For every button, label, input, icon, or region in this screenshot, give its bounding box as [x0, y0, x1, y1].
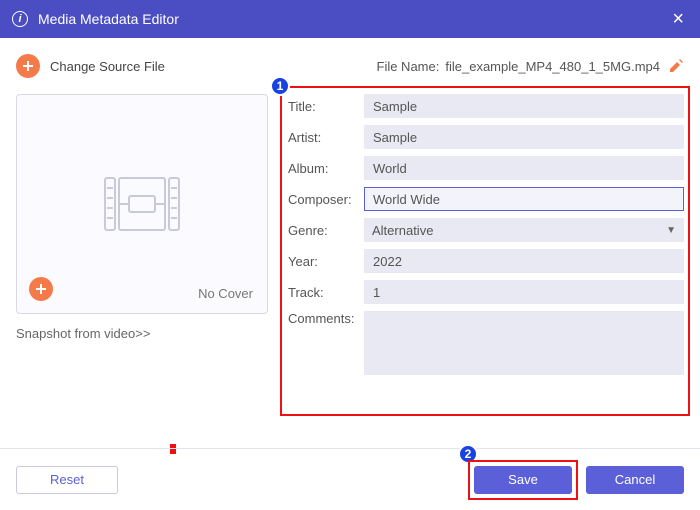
callout-badge-2: 2	[458, 444, 478, 464]
metadata-fields: 1 Title: Artist: Album: Composer: Genre:	[288, 94, 684, 382]
title-input[interactable]	[364, 94, 684, 118]
close-icon[interactable]: ×	[668, 8, 688, 31]
cover-preview: No Cover	[16, 94, 268, 314]
save-button[interactable]: Save	[474, 466, 572, 494]
no-cover-label: No Cover	[198, 286, 253, 301]
composer-label: Composer:	[288, 192, 364, 207]
album-input[interactable]	[364, 156, 684, 180]
window-title: Media Metadata Editor	[38, 11, 668, 27]
video-placeholder-icon	[97, 174, 187, 234]
filename-value: file_example_MP4_480_1_5MG.mp4	[445, 59, 660, 74]
composer-input[interactable]	[364, 187, 684, 211]
genre-value: Alternative	[372, 223, 433, 238]
artist-label: Artist:	[288, 130, 364, 145]
change-source-label[interactable]: Change Source File	[50, 59, 377, 74]
comments-label: Comments:	[288, 311, 364, 326]
comments-input[interactable]	[364, 311, 684, 375]
year-input[interactable]	[364, 249, 684, 273]
genre-select[interactable]: Alternative ▼	[364, 218, 684, 242]
plus-icon	[22, 60, 34, 72]
chevron-down-icon: ▼	[666, 225, 676, 236]
track-input[interactable]	[364, 280, 684, 304]
album-label: Album:	[288, 161, 364, 176]
genre-label: Genre:	[288, 223, 364, 238]
track-label: Track:	[288, 285, 364, 300]
plus-icon	[35, 283, 47, 295]
change-source-plus-button[interactable]	[16, 54, 40, 78]
edit-filename-icon[interactable]	[668, 58, 684, 74]
cancel-button[interactable]: Cancel	[586, 466, 684, 494]
titlebar: i Media Metadata Editor ×	[0, 0, 700, 38]
title-label: Title:	[288, 99, 364, 114]
artist-input[interactable]	[364, 125, 684, 149]
footer: Reset 2 Save Cancel	[0, 448, 700, 510]
year-label: Year:	[288, 254, 364, 269]
callout-badge-1: 1	[270, 76, 290, 96]
top-row: Change Source File File Name: file_examp…	[16, 52, 684, 80]
reset-button[interactable]: Reset	[16, 466, 118, 494]
info-icon: i	[12, 11, 28, 27]
snapshot-from-video-link[interactable]: Snapshot from video>>	[16, 326, 268, 341]
filename-label: File Name:	[377, 59, 440, 74]
add-cover-button[interactable]	[29, 277, 53, 301]
